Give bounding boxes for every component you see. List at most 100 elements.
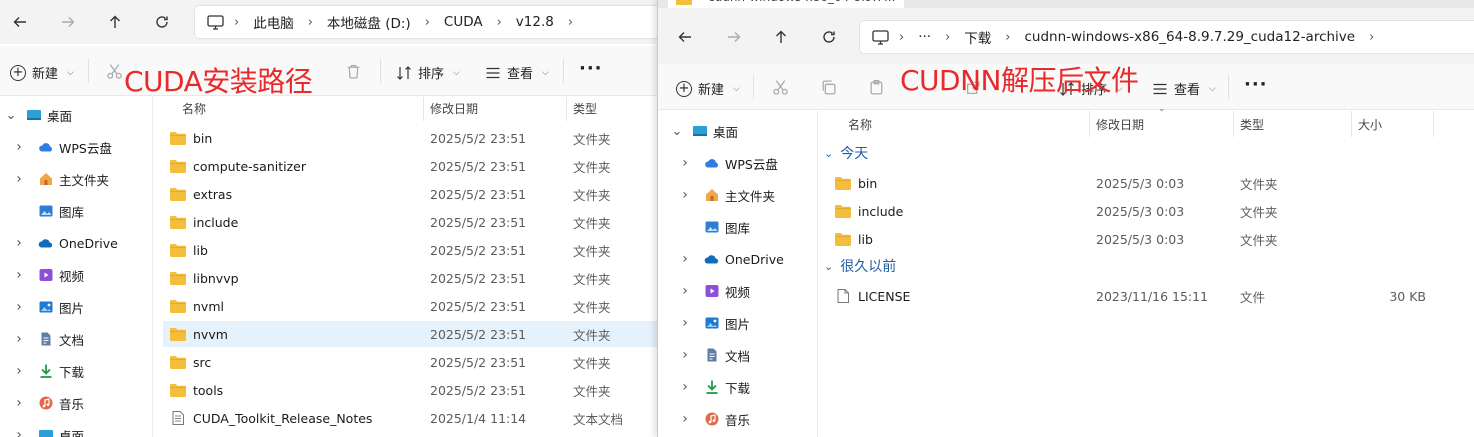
chevron-right-icon[interactable]: › <box>12 139 26 155</box>
new-button[interactable]: + 新建 ⌵ <box>676 79 740 98</box>
chevron-right-icon[interactable]: › <box>678 347 692 363</box>
chevron-right-icon[interactable]: › <box>678 155 692 171</box>
file-row[interactable]: compute-sanitizer 2025/5/2 23:51 文件夹 <box>163 153 658 179</box>
cut-button[interactable] <box>770 77 790 97</box>
breadcrumb-cudnn-archive[interactable]: cudnn-windows-x86_64-8.9.7.29_cuda12-arc… <box>1024 29 1355 45</box>
sidebar-item[interactable]: › WPS云盘 <box>12 133 112 161</box>
chevron-right-icon[interactable]: › <box>12 235 26 251</box>
sidebar-item[interactable]: › 音乐 <box>12 389 84 417</box>
paste-button[interactable] <box>866 77 886 97</box>
sidebar-item[interactable]: › 文档 <box>12 325 84 353</box>
chevron-down-icon[interactable]: ⌄ <box>670 124 684 139</box>
forward-button[interactable] <box>56 10 80 34</box>
chevron-right-icon[interactable]: › <box>12 267 26 283</box>
more-options-button[interactable]: ··· <box>579 58 603 79</box>
trash-icon <box>347 64 359 79</box>
back-button[interactable] <box>8 10 32 34</box>
chevron-down-icon[interactable]: ⌄ <box>4 108 18 123</box>
file-row[interactable]: bin 2025/5/3 0:03 文件夹 <box>826 170 1441 196</box>
file-row[interactable]: nvml 2025/5/2 23:51 文件夹 <box>163 293 658 319</box>
refresh-button[interactable] <box>150 10 174 34</box>
sidebar-item[interactable]: › OneDrive <box>12 229 118 257</box>
sidebar-item[interactable]: › 下载 <box>678 373 750 401</box>
sidebar-item[interactable]: › 视频 <box>678 277 750 305</box>
breadcrumb-overflow[interactable]: ··· <box>918 29 931 45</box>
sidebar-item[interactable]: › 主文件夹 <box>12 165 109 193</box>
back-button[interactable] <box>673 25 697 49</box>
file-row[interactable]: CUDA_Toolkit_Release_Notes 2025/1/4 11:1… <box>163 405 658 431</box>
file-row[interactable]: LICENSE 2023/11/16 15:11 文件 30 KB <box>826 283 1441 309</box>
file-name-cell: LICENSE <box>834 283 910 309</box>
forward-button[interactable] <box>722 25 746 49</box>
more-options-button[interactable]: ··· <box>1244 74 1268 95</box>
file-row[interactable]: lib 2025/5/3 0:03 文件夹 <box>826 226 1441 252</box>
chevron-right-icon: › <box>1005 29 1011 45</box>
group-header[interactable]: ⌄ 很久以前 <box>824 256 896 276</box>
copy-button[interactable] <box>818 77 838 97</box>
column-header-modified[interactable]: 修改日期 <box>430 100 478 117</box>
file-row[interactable]: tools 2025/5/2 23:51 文件夹 <box>163 377 658 403</box>
file-row[interactable]: include 2025/5/3 0:03 文件夹 <box>826 198 1441 224</box>
new-button[interactable]: + 新建 ⌵ <box>10 63 74 82</box>
sidebar-item[interactable]: › 主文件夹 <box>678 181 775 209</box>
chevron-right-icon[interactable]: › <box>678 251 692 267</box>
group-header[interactable]: ⌄ 今天 <box>824 143 868 163</box>
sort-button[interactable]: 排序 ⌵ <box>396 63 460 82</box>
sidebar-item[interactable]: › 图片 <box>678 309 750 337</box>
sidebar-item[interactable]: › 图片 <box>12 293 84 321</box>
sidebar-item[interactable]: › 文档 <box>678 341 750 369</box>
chevron-right-icon[interactable]: › <box>12 171 26 187</box>
sidebar-item[interactable]: › 下载 <box>12 357 84 385</box>
column-header-name[interactable]: 名称 <box>182 100 206 117</box>
chevron-right-icon[interactable]: › <box>678 187 692 203</box>
sidebar-item[interactable]: 图库 <box>12 197 84 225</box>
column-header-type[interactable]: 类型 <box>1240 116 1264 133</box>
address-bar[interactable]: › 此电脑 › 本地磁盘 (D:) › CUDA › v12.8 › <box>194 5 660 39</box>
column-header-modified[interactable]: 修改日期 <box>1096 116 1144 133</box>
chevron-right-icon[interactable]: › <box>12 299 26 315</box>
file-name: include <box>858 203 904 219</box>
cut-button[interactable] <box>104 61 124 81</box>
sidebar-item[interactable]: › 桌面 <box>12 421 84 437</box>
chevron-right-icon[interactable]: › <box>12 331 26 347</box>
file-row[interactable]: lib 2025/5/2 23:51 文件夹 <box>163 237 658 263</box>
up-button[interactable] <box>103 10 127 34</box>
file-row[interactable]: nvvm 2025/5/2 23:51 文件夹 <box>163 321 658 347</box>
sidebar-item[interactable]: 图库 <box>678 213 750 241</box>
delete-button[interactable] <box>343 61 363 81</box>
column-header-type[interactable]: 类型 <box>573 100 597 117</box>
sidebar-item[interactable]: › WPS云盘 <box>678 149 778 177</box>
sidebar-item[interactable]: › 音乐 <box>678 405 750 433</box>
chevron-right-icon[interactable]: › <box>12 427 26 437</box>
sidebar-item[interactable]: › 视频 <box>12 261 84 289</box>
breadcrumb-this-pc[interactable]: 此电脑 <box>253 12 294 32</box>
column-header-name[interactable]: 名称 <box>848 116 872 133</box>
chevron-right-icon[interactable]: › <box>12 395 26 411</box>
file-row[interactable]: bin 2025/5/2 23:51 文件夹 <box>163 125 658 151</box>
breadcrumb-drive-d[interactable]: 本地磁盘 (D:) <box>327 12 411 32</box>
chevron-right-icon[interactable]: › <box>678 315 692 331</box>
column-header-size[interactable]: 大小 <box>1358 116 1382 133</box>
sidebar-item[interactable]: › OneDrive <box>678 245 784 273</box>
folder-icon <box>169 159 193 173</box>
refresh-button[interactable] <box>817 25 841 49</box>
breadcrumb-cuda[interactable]: CUDA <box>444 14 483 30</box>
breadcrumb-v12-8[interactable]: v12.8 <box>516 14 554 30</box>
up-button[interactable] <box>769 25 793 49</box>
breadcrumb-downloads[interactable]: 下载 <box>964 27 991 47</box>
chevron-right-icon[interactable]: › <box>678 379 692 395</box>
address-bar[interactable]: › ··· › 下载 › cudnn-windows-x86_64-8.9.7.… <box>859 20 1474 54</box>
view-button[interactable]: 查看 ⌵ <box>485 63 549 82</box>
file-row[interactable]: include 2025/5/2 23:51 文件夹 <box>163 209 658 235</box>
paste-icon <box>870 79 882 95</box>
file-row[interactable]: src 2025/5/2 23:51 文件夹 <box>163 349 658 375</box>
chevron-right-icon[interactable]: › <box>12 363 26 379</box>
chevron-right-icon[interactable]: › <box>678 283 692 299</box>
view-button[interactable]: 查看 ⌵ <box>1152 79 1216 98</box>
file-row[interactable]: extras 2025/5/2 23:51 文件夹 <box>163 181 658 207</box>
sidebar-item[interactable]: ⌄ 桌面 <box>4 101 72 129</box>
file-row[interactable]: libnvvp 2025/5/2 23:51 文件夹 <box>163 265 658 291</box>
tab-cudnn[interactable]: cudnn-windows-x86_64-8.9.7... <box>668 0 904 8</box>
chevron-right-icon[interactable]: › <box>678 411 692 427</box>
sidebar-item[interactable]: ⌄ 桌面 <box>670 117 738 145</box>
